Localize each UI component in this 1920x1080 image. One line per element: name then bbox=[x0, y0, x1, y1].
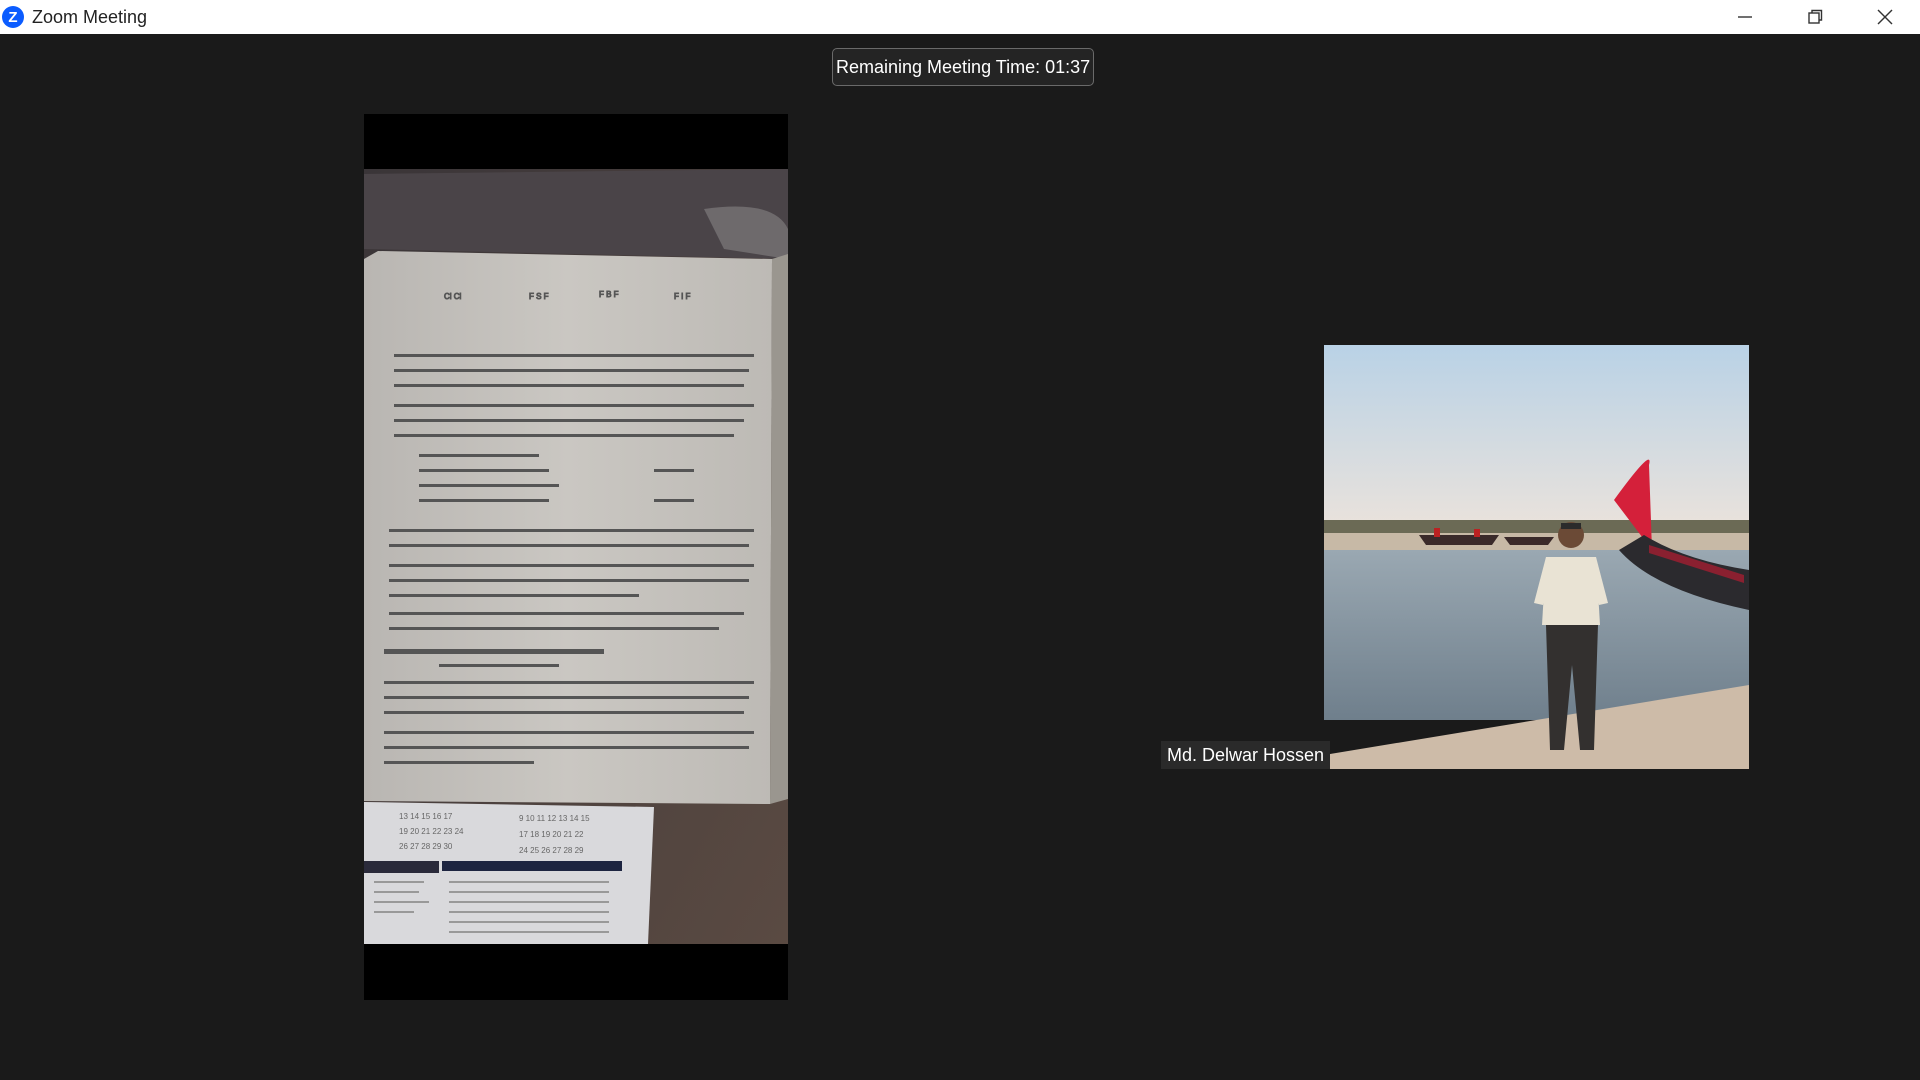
window-title: Zoom Meeting bbox=[32, 6, 148, 27]
svg-text:F S F: F S F bbox=[529, 292, 549, 301]
svg-text:9 10 11 12 13 14 15: 9 10 11 12 13 14 15 bbox=[519, 814, 590, 823]
video-tile-participant[interactable] bbox=[1324, 345, 1749, 769]
minimize-button[interactable] bbox=[1710, 0, 1780, 34]
participant-video-feed bbox=[1324, 345, 1749, 769]
video-tile-textbook[interactable]: Cl Cl F S F F B F F I F 13 14 15 16 17 9… bbox=[364, 114, 788, 1000]
restore-icon bbox=[1808, 9, 1823, 24]
window-controls bbox=[1710, 0, 1920, 34]
close-icon bbox=[1877, 9, 1893, 25]
remaining-meeting-time: Remaining Meeting Time: 01:37 bbox=[832, 48, 1095, 86]
minimize-icon bbox=[1738, 16, 1752, 18]
svg-text:19 20 21 22 23 24: 19 20 21 22 23 24 bbox=[399, 827, 464, 836]
svg-text:26 27 28 29 30: 26 27 28 29 30 bbox=[399, 842, 453, 851]
zoom-logo-icon: Z bbox=[2, 6, 24, 28]
svg-text:13 14 15 16 17: 13 14 15 16 17 bbox=[399, 812, 453, 821]
svg-text:F I F: F I F bbox=[674, 292, 691, 301]
svg-text:Cl Cl: Cl Cl bbox=[444, 292, 462, 301]
svg-text:17 18 19 20 21 22: 17 18 19 20 21 22 bbox=[519, 830, 584, 839]
restore-button[interactable] bbox=[1780, 0, 1850, 34]
svg-text:24 25 26 27 28 29: 24 25 26 27 28 29 bbox=[519, 846, 584, 855]
participant-name-tag: Md. Delwar Hossen bbox=[1161, 741, 1331, 769]
close-button[interactable] bbox=[1850, 0, 1920, 34]
textbook-camera-feed: Cl Cl F S F F B F F I F 13 14 15 16 17 9… bbox=[364, 169, 788, 944]
svg-text:F B F: F B F bbox=[599, 290, 619, 299]
title-bar: Z Zoom Meeting bbox=[0, 0, 1920, 34]
